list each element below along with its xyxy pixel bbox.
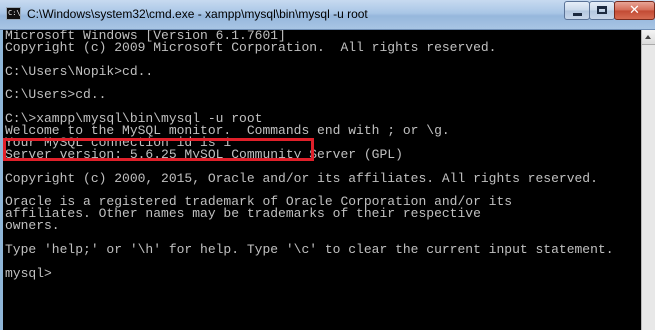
maximize-button[interactable]	[589, 1, 615, 20]
console-output-area[interactable]: Microsoft Windows [Version 6.1.7601] Copy…	[3, 30, 641, 330]
minimize-icon	[573, 13, 582, 16]
close-icon: ✕	[629, 3, 640, 18]
console-line: Copyright (c) 2000, 2015, Oracle and/or …	[5, 170, 598, 186]
console-line: Copyright (c) 2009 Microsoft Corporation…	[5, 39, 497, 55]
minimize-button[interactable]	[564, 1, 590, 20]
command-highlight-box	[3, 138, 314, 161]
scroll-up-button[interactable]	[642, 30, 655, 45]
maximize-icon	[597, 6, 607, 14]
console-line: Type 'help;' or '\h' for help. Type '\c'…	[5, 242, 614, 258]
cmd-app-icon[interactable]: C:\	[6, 7, 21, 20]
console-line: C:\Users>cd..	[5, 87, 107, 103]
vertical-scrollbar[interactable]	[641, 30, 655, 330]
chevron-up-icon	[645, 35, 651, 39]
title-bar[interactable]: C:\ C:\Windows\system32\cmd.exe - xampp\…	[0, 0, 655, 30]
console-line: mysql>	[5, 265, 52, 281]
cmd-window: C:\ C:\Windows\system32\cmd.exe - xampp\…	[0, 0, 655, 330]
close-button[interactable]: ✕	[614, 1, 655, 20]
console-line: C:\Users\Nopik>cd..	[5, 63, 154, 79]
console-line: owners.	[5, 218, 60, 234]
console-line: affiliates. Other names may be trademark…	[5, 206, 481, 222]
window-title: C:\Windows\system32\cmd.exe - xampp\mysq…	[27, 7, 368, 21]
